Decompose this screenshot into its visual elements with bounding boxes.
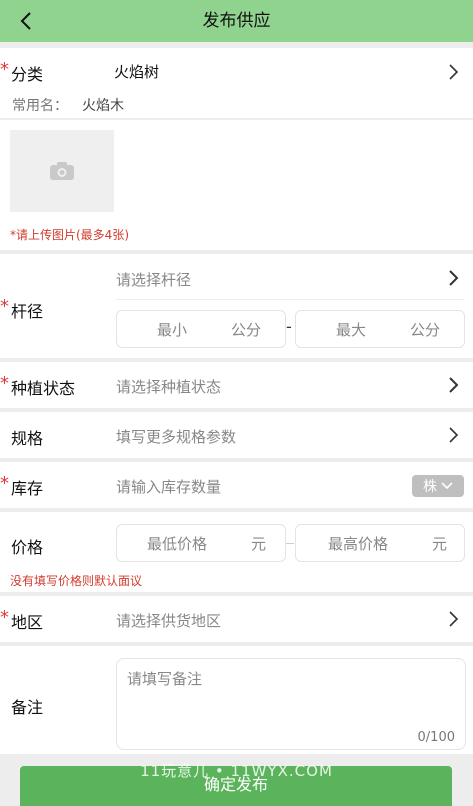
trunk-select[interactable]: 请选择杆径 <box>110 254 473 298</box>
upload-section: *请上传图片(最多4张) <box>0 120 473 250</box>
spec-hint: 填写更多规格参数 <box>116 428 237 446</box>
camera-icon <box>50 162 74 180</box>
trunk-min-unit: 公分 <box>231 321 262 339</box>
region-row[interactable]: * 地区 请选择供货地区 <box>0 596 473 642</box>
trunk-max-input[interactable]: 最大 公分 <box>295 310 465 348</box>
remark-textarea[interactable]: 请填写备注 0/100 <box>116 658 466 750</box>
watermark: 11玩意儿 • 11WYX.COM <box>140 762 333 780</box>
trunk-label: 杆径 <box>11 302 44 321</box>
trunk-max-unit: 公分 <box>410 321 441 339</box>
remark-section: 备注 请填写备注 0/100 <box>0 646 473 754</box>
divider <box>116 299 464 300</box>
price-min-placeholder: 最低价格 <box>147 535 208 553</box>
range-dash: - <box>286 317 292 336</box>
trunk-max-placeholder: 最大 <box>336 321 367 339</box>
trunk-select-hint: 请选择杆径 <box>116 271 192 289</box>
region-label: 地区 <box>11 613 44 632</box>
range-dash <box>286 543 294 544</box>
common-name-value: 火焰木 <box>82 98 124 114</box>
chevron-right-icon <box>449 611 459 627</box>
stock-unit-select[interactable]: 株 <box>412 475 464 497</box>
chevron-down-icon <box>441 482 453 490</box>
page-title: 发布供应 <box>202 11 271 31</box>
remark-placeholder: 请填写备注 <box>127 670 203 688</box>
photo-upload-slot[interactable] <box>10 130 114 212</box>
spec-label: 规格 <box>11 429 44 448</box>
stock-label: 库存 <box>11 479 44 498</box>
stock-unit-value: 株 <box>423 479 437 495</box>
category-label: 分类 <box>11 65 44 84</box>
price-min-unit: 元 <box>251 535 267 553</box>
planting-row[interactable]: * 种植状态 请选择种植状态 <box>0 362 473 408</box>
top-bar: 发布供应 <box>0 0 473 42</box>
category-section: * 分类 火焰树 常用名： 火焰木 <box>0 48 473 118</box>
price-section: 价格 最低价格 元 最高价格 元 没有填写价格则默认面议 <box>0 512 473 592</box>
required-mark: * <box>0 473 9 494</box>
chevron-right-icon <box>449 377 459 393</box>
required-mark: * <box>0 607 9 628</box>
required-mark: * <box>0 59 9 80</box>
stock-input[interactable]: 请输入库存数量 <box>116 476 221 497</box>
upload-note: *请上传图片(最多4张) <box>10 228 129 242</box>
region-hint: 请选择供货地区 <box>116 612 222 630</box>
price-max-input[interactable]: 最高价格 元 <box>295 524 465 562</box>
remark-label: 备注 <box>11 698 44 717</box>
common-name-label: 常用名： <box>12 98 68 114</box>
required-mark: * <box>0 373 9 394</box>
trunk-min-placeholder: 最小 <box>157 321 188 339</box>
price-max-placeholder: 最高价格 <box>328 535 389 553</box>
required-mark: * <box>0 296 9 317</box>
price-label: 价格 <box>11 538 44 557</box>
trunk-section: * 杆径 请选择杆径 最小 公分 - 最大 公分 <box>0 254 473 358</box>
price-min-input[interactable]: 最低价格 元 <box>116 524 286 562</box>
stock-row: * 库存 请输入库存数量 株 <box>0 462 473 508</box>
spec-row[interactable]: 规格 填写更多规格参数 <box>0 412 473 458</box>
category-row[interactable]: * 分类 火焰树 <box>0 48 473 90</box>
category-value: 火焰树 <box>114 63 160 81</box>
chevron-right-icon <box>449 427 459 443</box>
price-note: 没有填写价格则默认面议 <box>10 574 143 588</box>
planting-hint: 请选择种植状态 <box>116 378 222 396</box>
price-max-unit: 元 <box>432 535 448 553</box>
remark-counter: 0/100 <box>417 730 455 745</box>
trunk-min-input[interactable]: 最小 公分 <box>116 310 286 348</box>
chevron-right-icon <box>449 270 459 286</box>
planting-label: 种植状态 <box>11 379 76 398</box>
chevron-right-icon <box>449 64 459 80</box>
